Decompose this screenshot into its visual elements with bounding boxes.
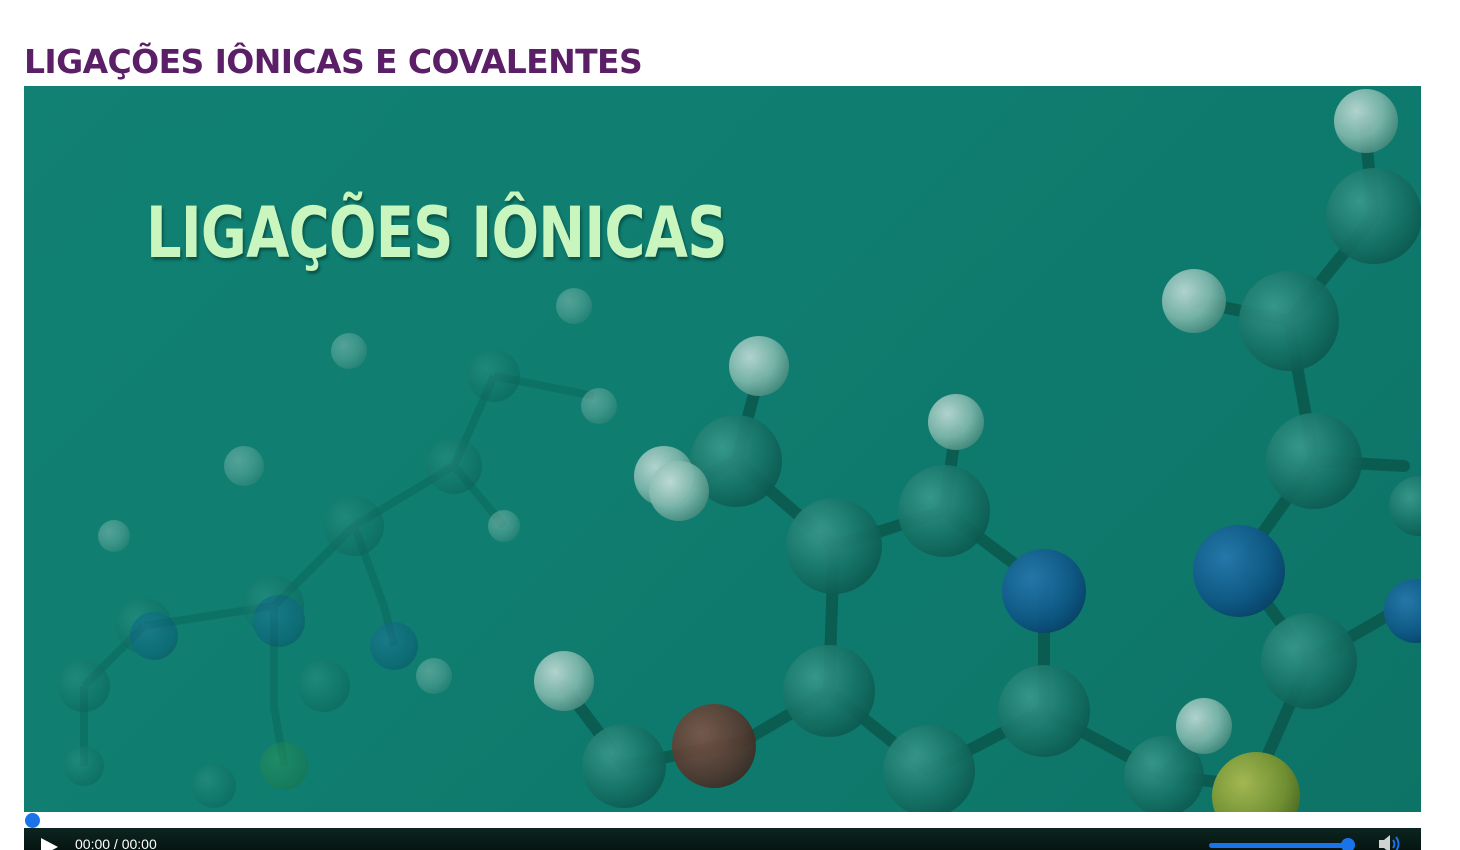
volume-fill [1209,843,1355,848]
page: LIGAÇÕES IÔNICAS E COVALENTES LIGAÇÕES I… [0,0,1460,850]
volume-icon [1379,835,1400,850]
play-button[interactable] [38,836,60,850]
progress-handle[interactable] [25,813,40,828]
time-display: 00:00 / 00:00 [75,836,157,850]
volume-knob[interactable] [1341,838,1355,850]
volume-slider[interactable] [1209,838,1355,850]
volume-button[interactable] [1377,833,1403,850]
page-title: LIGAÇÕES IÔNICAS E COVALENTES [24,42,643,81]
video-player[interactable]: LIGAÇÕES IÔNICAS 00:00 / 00:00 [24,86,1421,850]
slide-title: LIGAÇÕES IÔNICAS [146,192,728,274]
play-icon [41,838,58,850]
control-bar: 00:00 / 00:00 [24,828,1421,850]
video-frame[interactable]: LIGAÇÕES IÔNICAS [24,86,1421,812]
progress-bar[interactable] [24,812,1421,828]
